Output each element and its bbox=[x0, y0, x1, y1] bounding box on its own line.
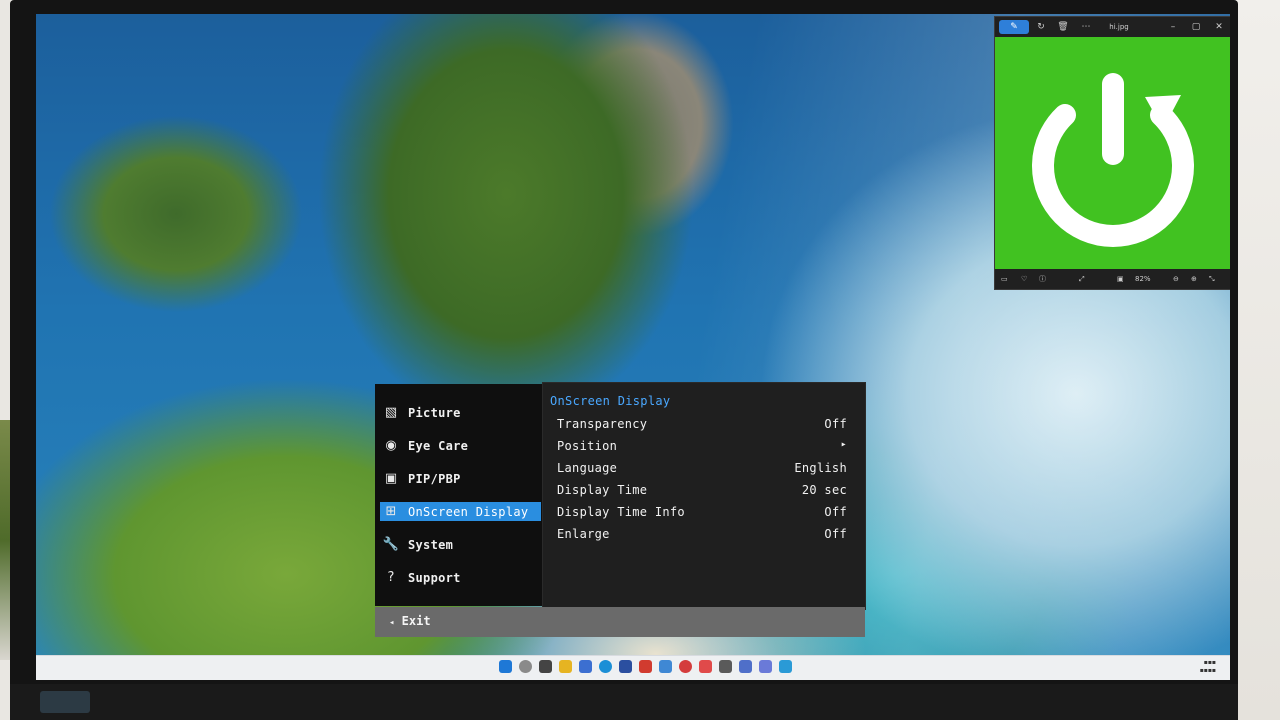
taskbar: ▪▪▪ ▪▪▪▪ bbox=[36, 655, 1230, 680]
delete-icon[interactable]: 🗑 bbox=[1057, 20, 1069, 34]
minimize-icon[interactable]: – bbox=[1167, 20, 1179, 34]
app-icon[interactable] bbox=[719, 660, 732, 673]
picture-icon: ▧ bbox=[384, 405, 398, 420]
edit-image-icon[interactable]: ✎ bbox=[999, 20, 1029, 34]
osd-menu-onscreen-display[interactable]: ⊞ OnScreen Display bbox=[380, 502, 541, 521]
setting-name: Enlarge bbox=[557, 527, 610, 541]
osd-setting-position[interactable]: Position ▸ bbox=[557, 439, 847, 455]
photo-viewer-window[interactable]: ✎ ↻ 🗑 ⋯ hi.jpg – ▢ ✕ ▭ ♡ ⓘ ⤢ ▣ 82% ⊖ ⊕ ⤡ bbox=[994, 16, 1230, 290]
submenu-arrow-icon: ▸ bbox=[840, 439, 847, 450]
osd-menu-picture[interactable]: ▧ Picture bbox=[380, 403, 541, 422]
more-icon[interactable]: ⋯ bbox=[1079, 20, 1093, 34]
viewer-filename: hi.jpg bbox=[1109, 23, 1129, 31]
osd-menu-label: Eye Care bbox=[408, 438, 469, 453]
favorite-icon[interactable]: ♡ bbox=[1021, 272, 1027, 286]
osd-main-menu: ▧ Picture ◉ Eye Care ▣ PIP/PBP ⊞ OnScree… bbox=[375, 384, 542, 606]
maximize-icon[interactable]: ▢ bbox=[1190, 20, 1202, 34]
task-view-icon[interactable] bbox=[539, 660, 552, 673]
zoom-out-icon[interactable]: ⊖ bbox=[1173, 272, 1179, 286]
osd-panel-title: OnScreen Display bbox=[550, 394, 671, 408]
viewer-statusbar: ▭ ♡ ⓘ ⤢ ▣ 82% ⊖ ⊕ ⤡ bbox=[995, 269, 1230, 289]
osd-menu-label: PIP/PBP bbox=[408, 471, 461, 486]
back-arrow-icon: ◂ bbox=[389, 618, 395, 628]
osd-menu-eye-care[interactable]: ◉ Eye Care bbox=[380, 436, 541, 455]
setting-name: Language bbox=[557, 461, 618, 475]
setting-value: Off bbox=[824, 417, 847, 431]
edge-icon[interactable] bbox=[599, 660, 612, 673]
setting-value: Off bbox=[824, 505, 847, 519]
close-icon[interactable]: ✕ bbox=[1213, 20, 1225, 34]
osd-menu-label: System bbox=[408, 537, 454, 552]
app-icon[interactable] bbox=[739, 660, 752, 673]
app-icon[interactable] bbox=[639, 660, 652, 673]
setting-name: Transparency bbox=[557, 417, 648, 431]
search-icon[interactable] bbox=[519, 660, 532, 673]
wrench-icon: 🔧 bbox=[382, 537, 400, 552]
filmstrip-icon[interactable]: ▭ bbox=[1001, 272, 1008, 286]
osd-icon: ⊞ bbox=[385, 504, 397, 519]
zoom-in-icon[interactable]: ⊕ bbox=[1191, 272, 1197, 286]
teams-icon[interactable] bbox=[579, 660, 592, 673]
osd-footer: ◂ Exit bbox=[375, 607, 865, 637]
osd-setting-language[interactable]: Language English bbox=[557, 461, 847, 477]
setting-name: Position bbox=[557, 439, 618, 453]
rotate-icon[interactable]: ↻ bbox=[1035, 20, 1047, 34]
app-icon[interactable] bbox=[659, 660, 672, 673]
setting-name: Display Time Info bbox=[557, 505, 685, 519]
app-icon[interactable] bbox=[699, 660, 712, 673]
support-icon: ? bbox=[387, 570, 395, 585]
slideshow-icon[interactable]: ▣ bbox=[1117, 272, 1124, 286]
pip-icon: ▣ bbox=[384, 471, 398, 486]
monitor: ✎ ↻ 🗑 ⋯ hi.jpg – ▢ ✕ ▭ ♡ ⓘ ⤢ ▣ 82% ⊖ ⊕ ⤡… bbox=[10, 0, 1238, 720]
osd-settings-panel: OnScreen Display Transparency Off Positi… bbox=[542, 382, 866, 610]
osd-exit-button[interactable]: ◂ Exit bbox=[389, 614, 431, 628]
setting-value: English bbox=[794, 461, 847, 475]
chrome-icon[interactable] bbox=[679, 660, 692, 673]
monitor-bezel bbox=[10, 684, 1238, 720]
osd-menu-support[interactable]: ? Support bbox=[380, 568, 541, 587]
setting-name: Display Time bbox=[557, 483, 648, 497]
osd-setting-enlarge[interactable]: Enlarge Off bbox=[557, 527, 847, 543]
osd-setting-transparency[interactable]: Transparency Off bbox=[557, 417, 847, 433]
eye-icon: ◉ bbox=[385, 438, 397, 453]
osd-setting-display-time-info[interactable]: Display Time Info Off bbox=[557, 505, 847, 521]
info-icon[interactable]: ⓘ bbox=[1039, 272, 1046, 286]
osd-menu-label: OnScreen Display bbox=[408, 504, 529, 519]
setting-value: Off bbox=[824, 527, 847, 541]
exit-label: Exit bbox=[401, 614, 431, 628]
app-icon[interactable] bbox=[759, 660, 772, 673]
taskbar-icons bbox=[499, 660, 792, 673]
monitor-badge bbox=[40, 691, 90, 713]
viewer-titlebar: ✎ ↻ 🗑 ⋯ hi.jpg – ▢ ✕ bbox=[995, 17, 1230, 37]
osd-menu-label: Support bbox=[408, 570, 461, 585]
file-explorer-icon[interactable] bbox=[559, 660, 572, 673]
app-icon[interactable] bbox=[619, 660, 632, 673]
viewer-image bbox=[995, 37, 1230, 287]
fullscreen-icon[interactable]: ⤡ bbox=[1209, 272, 1215, 286]
osd-menu-label: Picture bbox=[408, 405, 461, 420]
taskbar-clock[interactable]: ▪▪▪ ▪▪▪▪ bbox=[1200, 659, 1216, 675]
fit-icon[interactable]: ⤢ bbox=[1079, 272, 1085, 286]
osd-setting-display-time[interactable]: Display Time 20 sec bbox=[557, 483, 847, 499]
osd-menu-system[interactable]: 🔧 System bbox=[380, 535, 541, 554]
power-icon bbox=[1032, 73, 1194, 247]
setting-value: 20 sec bbox=[801, 483, 847, 497]
app-icon[interactable] bbox=[779, 660, 792, 673]
osd-menu-pip-pbp[interactable]: ▣ PIP/PBP bbox=[380, 469, 541, 488]
zoom-level[interactable]: 82% bbox=[1135, 272, 1151, 286]
start-icon[interactable] bbox=[499, 660, 512, 673]
